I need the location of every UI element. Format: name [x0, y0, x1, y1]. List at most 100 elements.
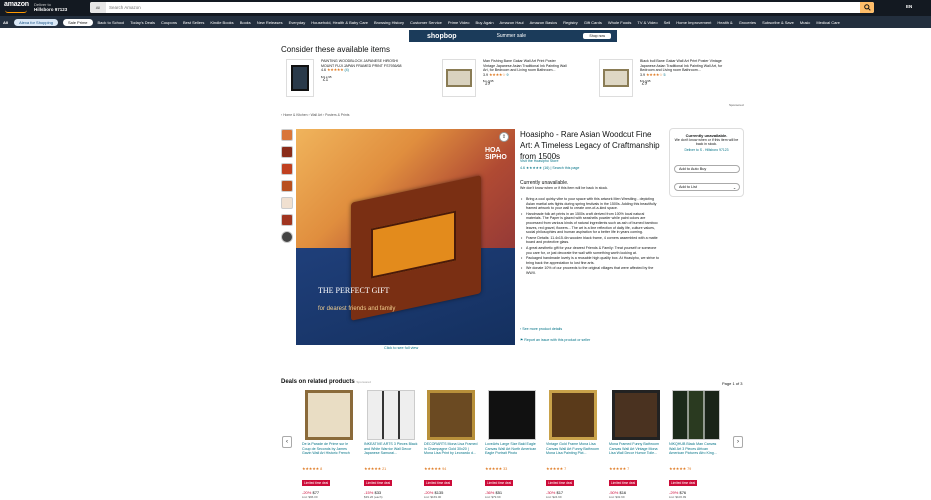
- deal-list-price: List: $169.00: [424, 495, 442, 499]
- add-to-auto-buy-button[interactable]: Add to Auto Buy: [674, 165, 740, 173]
- subnav-item[interactable]: Health &: [717, 20, 732, 25]
- rating-count[interactable]: (4): [344, 68, 348, 72]
- subnav-item[interactable]: Coupons: [161, 20, 177, 25]
- thumbnail-image[interactable]: [281, 163, 293, 175]
- full-view-link[interactable]: Click to see full view: [384, 346, 418, 350]
- deal-stars[interactable]: ★★★★★ 79: [669, 466, 723, 471]
- rating-count[interactable]: 5: [663, 73, 665, 77]
- language-selector[interactable]: EN: [906, 4, 912, 9]
- promo-cta-button[interactable]: Shop now: [583, 33, 611, 39]
- deal-title[interactable]: DECORARTS Mona Lisa Framed in Champagne …: [424, 442, 478, 466]
- carousel-next-button[interactable]: ›: [733, 436, 743, 448]
- subnav-item[interactable]: Home Improvement: [676, 20, 711, 25]
- deal-stars[interactable]: ★★★★★ 8: [302, 466, 356, 471]
- deliver-location-link[interactable]: Deliver to S - Hillsboro 97123: [674, 148, 739, 152]
- deal-image[interactable]: [672, 390, 720, 440]
- consider-product[interactable]: PAINTING WOODBLOCK JAPANESE HIROSHI MOUN…: [286, 59, 406, 99]
- thumbnail-image[interactable]: [281, 197, 293, 209]
- thumbnail-image[interactable]: [281, 129, 293, 141]
- subnav-item[interactable]: Today's Deals: [130, 20, 155, 25]
- subnav-item[interactable]: Back to School: [98, 20, 125, 25]
- deal-title[interactable]: NIKQHUB Black Man Canvas Wall Art 3 Piec…: [669, 442, 723, 466]
- deal-title[interactable]: Vintage Gold Frame Mona Lisa Canvas Wall…: [546, 442, 600, 466]
- subnav-item[interactable]: Buy Again: [476, 20, 494, 25]
- product-thumbnail[interactable]: [442, 59, 476, 97]
- search-button[interactable]: [860, 2, 874, 13]
- deal-title[interactable]: LoveArts Large Size Bald Eagle Canvas Wa…: [485, 442, 539, 466]
- deal-card[interactable]: DECORARTS Mona Lisa Framed in Champagne …: [424, 390, 478, 499]
- consider-product[interactable]: Man Fishing Bane Gakar Wall Art Print Po…: [442, 59, 568, 99]
- breadcrumb[interactable]: ‹ Home & Kitchen › Wall Art › Posters & …: [281, 113, 349, 117]
- subnav-item[interactable]: New Releases: [257, 20, 283, 25]
- deal-image[interactable]: [305, 390, 353, 440]
- chevron-down-icon[interactable]: ⌄: [733, 185, 736, 190]
- promo-banner[interactable]: shopbop Summer sale Shop now: [409, 30, 617, 42]
- subnav-item[interactable]: Everyday: [289, 20, 306, 25]
- subnav-item[interactable]: Books: [240, 20, 251, 25]
- subnav-item[interactable]: TV & Video: [637, 20, 657, 25]
- subnav-item[interactable]: Groceries: [739, 20, 756, 25]
- deal-image[interactable]: [549, 390, 597, 440]
- sponsored-label[interactable]: Sponsored: [356, 380, 371, 384]
- deal-card[interactable]: NIKQHUB Black Man Canvas Wall Art 3 Piec…: [669, 390, 723, 499]
- search-input[interactable]: [106, 2, 860, 13]
- share-icon[interactable]: ⇪: [499, 132, 509, 142]
- alexa-pill[interactable]: Alexa for Shopping: [14, 18, 58, 26]
- amazon-logo[interactable]: amazon: [4, 1, 29, 8]
- product-thumbnail[interactable]: [286, 59, 314, 97]
- store-link[interactable]: Visit the Hoasipho Store: [520, 159, 559, 163]
- deal-stars[interactable]: ★★★★★ 7: [546, 466, 600, 471]
- product-rating[interactable]: 4.6 ★★★★★ (16) | Search this page: [520, 166, 579, 170]
- all-menu-button[interactable]: All: [3, 20, 8, 25]
- thumbnail-image[interactable]: [281, 214, 293, 226]
- deal-title[interactable]: INKEATIVE ARTS 3 Pieces Black and White …: [364, 442, 418, 466]
- deal-title[interactable]: Mona Framed Funny Bathroom Canvas Wall A…: [609, 442, 663, 466]
- subnav-item[interactable]: Whole Foods: [608, 20, 632, 25]
- add-to-list-button[interactable]: Add to List ⌄: [674, 183, 740, 191]
- subnav-item[interactable]: Customer Service: [410, 20, 442, 25]
- subnav-item[interactable]: Prime Video: [448, 20, 470, 25]
- subnav-item[interactable]: Medical Care: [816, 20, 840, 25]
- sponsored-label[interactable]: Sponsored: [729, 103, 744, 107]
- deal-stars[interactable]: ★★★★★ 33: [485, 466, 539, 471]
- main-product-image[interactable]: THE PERFECT GIFT for dearest friends and…: [296, 129, 515, 345]
- subnav-item[interactable]: Best Sellers: [183, 20, 204, 25]
- thumbnail-image[interactable]: [281, 146, 293, 158]
- rating-count[interactable]: 9: [506, 73, 508, 77]
- product-title[interactable]: Man Fishing Bane Gakar Wall Art Print Po…: [483, 59, 568, 73]
- subnav-item[interactable]: Household, Health & Baby Care: [311, 20, 368, 25]
- deal-image[interactable]: [488, 390, 536, 440]
- deliver-to[interactable]: Deliver to Hillsboro 97123: [34, 2, 67, 12]
- deal-stars[interactable]: ★★★★★ 94: [424, 466, 478, 471]
- subnav-item[interactable]: Kindle Books: [210, 20, 233, 25]
- subnav-item[interactable]: Subscribe & Save: [762, 20, 794, 25]
- report-issue-link[interactable]: ⚑ Report an issue with this product or s…: [520, 338, 590, 342]
- video-thumbnail[interactable]: [281, 231, 293, 243]
- deal-card[interactable]: De la Parade de Prime sur le Coup de Sec…: [302, 390, 356, 499]
- deal-stars[interactable]: ★★★★★ 21: [364, 466, 418, 471]
- deal-title[interactable]: De la Parade de Prime sur le Coup de Sec…: [302, 442, 356, 466]
- subnav-item[interactable]: Amazon Basics: [530, 20, 558, 25]
- sale-pill[interactable]: Sale Prime: [62, 18, 93, 26]
- subnav-item[interactable]: Amazon Haul: [500, 20, 524, 25]
- deal-image[interactable]: [367, 390, 415, 440]
- subnav-item[interactable]: Gift Cards: [584, 20, 602, 25]
- consider-product[interactable]: Black bull Bane Gakar Wall Art Print Pos…: [599, 59, 725, 99]
- carousel-prev-button[interactable]: ‹: [282, 436, 292, 448]
- subnav-item[interactable]: Registry: [563, 20, 578, 25]
- deal-image[interactable]: [427, 390, 475, 440]
- subnav-item[interactable]: Music: [800, 20, 810, 25]
- deal-card[interactable]: LoveArts Large Size Bald Eagle Canvas Wa…: [485, 390, 539, 499]
- search-category-select[interactable]: All: [90, 2, 106, 13]
- deal-card[interactable]: INKEATIVE ARTS 3 Pieces Black and White …: [364, 390, 418, 499]
- deal-image[interactable]: [612, 390, 660, 440]
- product-thumbnail[interactable]: [599, 59, 633, 97]
- subnav-item[interactable]: Sell: [664, 20, 671, 25]
- product-title[interactable]: Black bull Bane Gakar Wall Art Print Pos…: [640, 59, 725, 73]
- subnav-item[interactable]: Browsing History: [374, 20, 404, 25]
- deal-stars[interactable]: ★★★★★ 7: [609, 466, 663, 471]
- thumbnail-image[interactable]: [281, 180, 293, 192]
- see-more-link[interactable]: › See more product details: [520, 327, 562, 331]
- deal-card[interactable]: Vintage Gold Frame Mona Lisa Canvas Wall…: [546, 390, 600, 499]
- deal-card[interactable]: Mona Framed Funny Bathroom Canvas Wall A…: [609, 390, 663, 499]
